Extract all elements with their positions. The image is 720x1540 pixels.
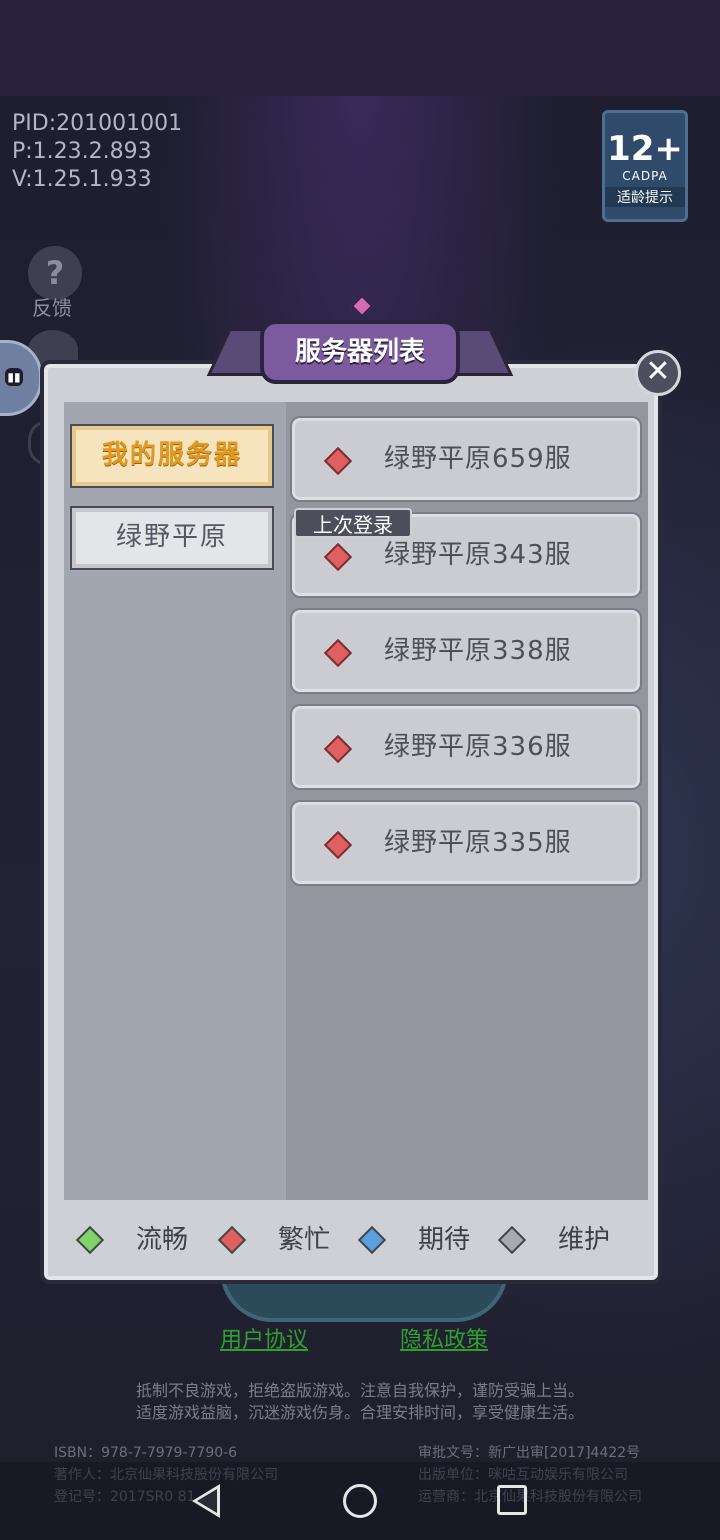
server-item[interactable]: 绿野平原336服 xyxy=(290,704,642,790)
category-list: 我的服务器 绿野平原 xyxy=(64,402,286,1200)
category-my-servers[interactable]: 我的服务器 xyxy=(70,424,274,488)
user-agreement-link[interactable]: 用户协议 xyxy=(220,1322,308,1354)
server-name: 绿野平原659服 xyxy=(384,444,572,474)
privacy-policy-link[interactable]: 隐私政策 xyxy=(400,1322,488,1354)
server-item[interactable]: 绿野平原659服 xyxy=(290,416,642,502)
server-name: 绿野平原336服 xyxy=(384,732,572,762)
legend-label: 期待 xyxy=(418,1225,471,1255)
busy-status-icon xyxy=(323,734,353,764)
smooth-status-icon xyxy=(75,1225,105,1255)
busy-status-icon xyxy=(323,446,353,476)
server-name: 绿野平原343服 xyxy=(384,540,572,570)
category-lvye-pingyuan[interactable]: 绿野平原 xyxy=(70,506,274,570)
age-rating-note: 适龄提示 xyxy=(605,187,685,207)
last-login-tag: 上次登录 xyxy=(294,508,412,538)
busy-status-icon xyxy=(323,830,353,860)
disclaimer-line: 适度游戏益脑，沉迷游戏伤身。合理安排时间，享受健康生活。 xyxy=(135,1403,584,1422)
server-item[interactable]: 绿野平原338服 xyxy=(290,608,642,694)
home-icon[interactable] xyxy=(343,1484,377,1518)
pid-text: PID:201001001 xyxy=(12,111,183,136)
legend-label: 流畅 xyxy=(136,1225,189,1255)
v-version-text: V:1.25.1.933 xyxy=(12,167,152,192)
approval-text: 审批文号：新广出审[2017]4422号 xyxy=(418,1445,641,1461)
back-icon[interactable] xyxy=(192,1484,220,1518)
version-info: PID:201001001 P:1.23.2.893 V:1.25.1.933 xyxy=(12,110,182,194)
close-icon[interactable]: ✕ xyxy=(635,350,681,396)
age-rating-badge[interactable]: 12+ CADPA 适龄提示 xyxy=(602,110,688,222)
status-legend: 流畅 繁忙 期待 维护 xyxy=(75,1220,640,1260)
disclaimer-line: 抵制不良游戏，拒绝盗版游戏。注意自我保护，谨防受骗上当。 xyxy=(135,1381,584,1400)
server-name: 绿野平原335服 xyxy=(384,828,572,858)
isbn-text: ISBN：978-7-7979-7790-6 xyxy=(54,1445,238,1461)
health-disclaimer: 抵制不良游戏，拒绝盗版游戏。注意自我保护，谨防受骗上当。 适度游戏益脑，沉迷游戏… xyxy=(0,1380,720,1424)
busy-status-icon xyxy=(217,1225,247,1255)
assistant-eyes-icon: ▮▮ xyxy=(5,368,23,386)
legend-label: 繁忙 xyxy=(278,1225,331,1255)
busy-status-icon xyxy=(323,542,353,572)
top-banner xyxy=(0,0,720,96)
p-version-text: P:1.23.2.893 xyxy=(12,139,152,164)
upcoming-status-icon xyxy=(357,1225,387,1255)
recent-apps-icon[interactable] xyxy=(497,1485,527,1515)
legend-label: 维护 xyxy=(558,1225,611,1255)
age-rating-number: 12+ xyxy=(607,129,683,169)
server-item[interactable]: 绿野平原335服 xyxy=(290,800,642,886)
dialog-title: 服务器列表 xyxy=(260,320,460,384)
maintenance-status-icon xyxy=(497,1225,527,1255)
server-name: 绿野平原338服 xyxy=(384,636,572,666)
feedback-label[interactable]: 反馈 xyxy=(32,292,72,321)
dialog-title-plate: 服务器列表 xyxy=(206,294,514,384)
age-rating-org: CADPA xyxy=(622,169,668,183)
busy-status-icon xyxy=(323,638,353,668)
